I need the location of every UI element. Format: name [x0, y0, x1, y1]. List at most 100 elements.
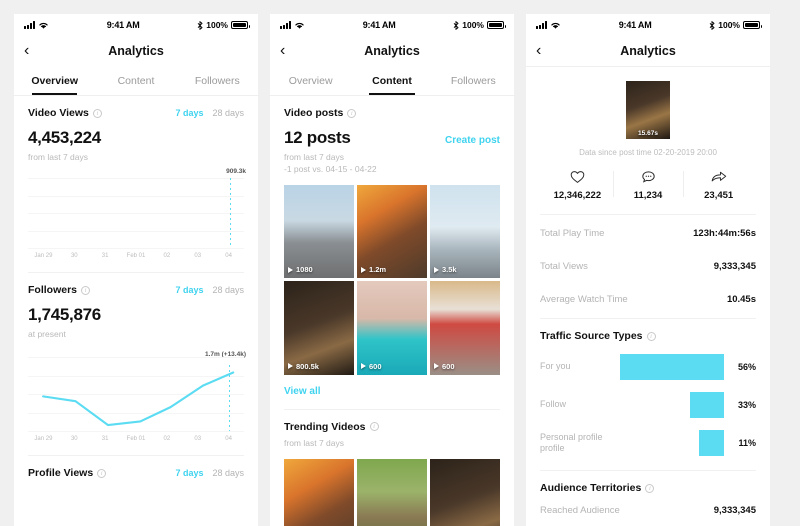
- battery-percent: 100%: [462, 20, 484, 30]
- create-post-button[interactable]: Create post: [445, 135, 500, 146]
- video-thumbnail[interactable]: 600: [357, 281, 427, 375]
- video-duration: 15.67s: [638, 130, 658, 137]
- range-selector-profile-views: 7 days 28 days: [175, 468, 244, 478]
- battery-icon: [487, 21, 506, 29]
- axis-tick: Feb 01: [126, 435, 146, 442]
- traffic-label: Personal profile profile: [540, 431, 603, 453]
- page-title: Analytics: [108, 44, 164, 58]
- share-icon: [711, 171, 726, 182]
- nav-bar: ‹ Analytics: [526, 36, 770, 66]
- video-thumbnail[interactable]: 1.2m: [357, 185, 427, 279]
- axis-tick: 03: [194, 252, 202, 259]
- followers-value: 1,745,876: [28, 305, 101, 324]
- status-time: 9:41 AM: [618, 20, 652, 30]
- traffic-row: Follow 33%: [540, 392, 756, 418]
- info-icon[interactable]: i: [97, 468, 107, 478]
- traffic-bar: [620, 354, 724, 380]
- data-since-label: Data since post time 02-20-2019 20:00: [579, 148, 717, 157]
- axis-tick: 03: [194, 435, 202, 442]
- range-28-days[interactable]: 28 days: [212, 285, 244, 295]
- traffic-percent: 33%: [737, 400, 756, 410]
- video-posts-note-2: -1 post vs. 04-15 - 04-22: [284, 164, 377, 174]
- range-28-days[interactable]: 28 days: [212, 108, 244, 118]
- tab-content[interactable]: Content: [95, 66, 176, 95]
- tab-overview[interactable]: Overview: [14, 66, 95, 95]
- view-all-button[interactable]: View all: [284, 386, 500, 397]
- play-icon: [288, 266, 293, 273]
- tab-bar-overview: Overview Content Followers: [14, 66, 258, 96]
- bluetooth-icon: [197, 20, 203, 30]
- info-icon[interactable]: i: [347, 108, 357, 118]
- battery-icon: [743, 21, 762, 29]
- tab-followers[interactable]: Followers: [433, 66, 514, 95]
- thumbnail-views: 600: [442, 361, 455, 371]
- info-icon[interactable]: i: [81, 285, 91, 295]
- axis-tick: 31: [101, 435, 109, 442]
- page-title: Analytics: [364, 44, 420, 58]
- stat-label: Total Views: [540, 261, 588, 272]
- thumbnail-views: 1.2m: [369, 265, 387, 275]
- page-title: Analytics: [620, 44, 676, 58]
- video-thumbnail[interactable]: 3.5k: [430, 185, 500, 279]
- thumbnail-views: 600: [369, 361, 382, 371]
- stat-value: 10.45s: [726, 294, 756, 305]
- battery-percent: 100%: [718, 20, 740, 30]
- wifi-icon: [295, 22, 304, 29]
- likes-value: 12,346,222: [553, 190, 602, 201]
- range-7-days[interactable]: 7 days: [175, 108, 203, 118]
- traffic-row: For you 56%: [540, 354, 756, 380]
- tab-overview[interactable]: Overview: [270, 66, 351, 95]
- back-button[interactable]: ‹: [536, 43, 556, 59]
- stat-row: Total Views 9,333,345: [540, 250, 756, 283]
- info-icon[interactable]: i: [645, 483, 655, 493]
- trending-videos-title: Trending Videos: [284, 420, 366, 433]
- comment-icon: [641, 171, 655, 183]
- section-video-stats: Total Play Time 123h:44m:56s Total Views…: [526, 201, 770, 319]
- video-thumbnail[interactable]: [284, 458, 354, 526]
- stat-value: 9,333,345: [713, 505, 756, 516]
- traffic-bar: [689, 392, 724, 418]
- info-icon[interactable]: i: [369, 422, 379, 432]
- range-28-days[interactable]: 28 days: [212, 468, 244, 478]
- video-thumbnail[interactable]: 800.5k: [284, 281, 354, 375]
- video-thumbnail[interactable]: [357, 458, 427, 526]
- back-button[interactable]: ‹: [24, 43, 44, 59]
- metric-comments: 11,234: [612, 170, 684, 201]
- video-views-title: Video Views: [28, 107, 89, 119]
- wifi-icon: [39, 22, 48, 29]
- range-7-days[interactable]: 7 days: [175, 468, 203, 478]
- video-views-bar-chart: 909.3k Jan 29 30 31 Feb 01 02 03 04: [28, 168, 246, 260]
- video-thumbnail[interactable]: [430, 458, 500, 526]
- traffic-label: Follow: [540, 399, 567, 410]
- nav-bar: ‹ Analytics: [270, 36, 514, 66]
- section-video-views: Video Views i 7 days 28 days 4,453,224 f…: [14, 96, 258, 273]
- section-profile-views: Profile Views i 7 days 28 days: [14, 456, 258, 479]
- play-icon: [434, 266, 439, 273]
- signal-icon: [536, 21, 547, 29]
- info-icon[interactable]: i: [92, 108, 102, 118]
- stat-label: Reached Audience: [540, 505, 620, 516]
- axis-tick: 31: [101, 252, 109, 259]
- phone-video-detail: 9:41 AM 100% ‹ Analytics 15.67s Data sin…: [526, 14, 770, 526]
- back-button[interactable]: ‹: [280, 43, 300, 59]
- video-posts-title: Video posts: [284, 107, 344, 119]
- video-thumbnail[interactable]: 600: [430, 281, 500, 375]
- range-7-days[interactable]: 7 days: [175, 285, 203, 295]
- signal-icon: [280, 21, 291, 29]
- video-poster-thumbnail[interactable]: 15.67s: [626, 81, 670, 139]
- status-bar: 9:41 AM 100%: [270, 14, 514, 36]
- tab-followers[interactable]: Followers: [177, 66, 258, 95]
- traffic-source-title: Traffic Source Types: [540, 330, 643, 342]
- battery-percent: 100%: [206, 20, 228, 30]
- heart-icon: [570, 171, 585, 184]
- traffic-row: Personal profile profile 11%: [540, 430, 756, 456]
- bar-chart-bars: [28, 178, 244, 248]
- engagement-metrics: 12,346,222 11,234 23,451: [540, 170, 756, 201]
- video-posts-note-1: from last 7 days: [284, 152, 344, 162]
- battery-icon: [231, 21, 250, 29]
- status-time: 9:41 AM: [362, 20, 396, 30]
- info-icon[interactable]: i: [646, 331, 656, 341]
- tab-content[interactable]: Content: [351, 66, 432, 95]
- status-bar: 9:41 AM 100%: [14, 14, 258, 36]
- video-thumbnail[interactable]: 1080: [284, 185, 354, 279]
